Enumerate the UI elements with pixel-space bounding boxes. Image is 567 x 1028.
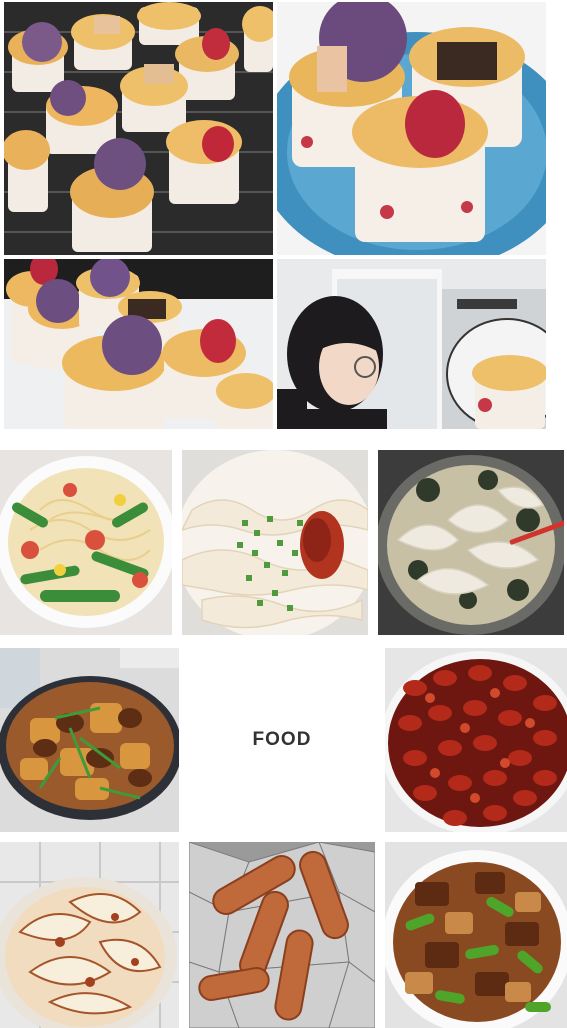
photo-noodles-greens xyxy=(0,450,172,635)
photo-cupcakes-plate xyxy=(277,2,546,255)
sausages-foil-image xyxy=(189,842,375,1028)
wonton-soup-image xyxy=(378,450,564,635)
photo-girl-selfie xyxy=(277,259,546,429)
photo-sausages-foil xyxy=(189,842,375,1028)
noodles-greens-image xyxy=(0,450,172,635)
photo-braised-chicken xyxy=(0,648,179,832)
food-section-label: FOOD xyxy=(182,648,382,832)
cupcakes-rack-image xyxy=(4,2,273,255)
photo-cupcakes-rack xyxy=(4,2,273,255)
photo-noodles-scallion xyxy=(182,450,368,635)
food-label-text: FOOD xyxy=(252,729,312,750)
braised-chicken-image xyxy=(0,648,179,832)
stir-fried-cabbage-image xyxy=(0,842,179,1028)
photo-braised-meat-peppers xyxy=(385,842,567,1028)
cupcakes-tray-image xyxy=(4,259,273,429)
photo-spicy-crayfish xyxy=(385,648,567,832)
photo-wonton-soup xyxy=(378,450,564,635)
noodles-scallion-image xyxy=(182,450,368,635)
cupcakes-plate-image xyxy=(277,2,546,255)
photo-cupcakes-tray xyxy=(4,259,273,429)
spicy-crayfish-image xyxy=(385,648,567,832)
girl-selfie-image xyxy=(277,259,546,429)
braised-meat-peppers-image xyxy=(385,842,567,1028)
photo-stir-fried-cabbage xyxy=(0,842,179,1028)
